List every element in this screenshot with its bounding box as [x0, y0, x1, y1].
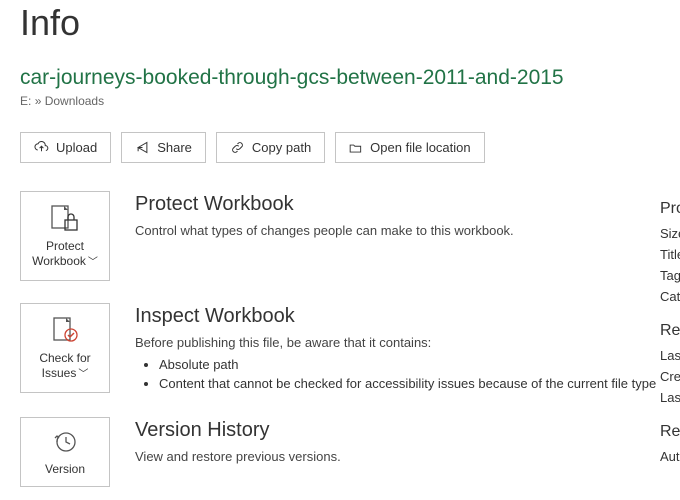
check-document-icon [49, 315, 81, 347]
copy-path-button[interactable]: Copy path [216, 132, 325, 163]
protect-row: Protect Workbook﹀ Protect Workbook Contr… [20, 191, 680, 281]
breadcrumb-drive: E: [20, 94, 31, 108]
prop-title: Title [660, 247, 680, 262]
cloud-upload-icon [34, 140, 49, 155]
history-row: Version Version History View and restore… [20, 417, 680, 487]
open-file-location-label: Open file location [370, 140, 470, 155]
inspect-bullets: Absolute path Content that cannot be che… [159, 356, 680, 393]
folder-open-icon [349, 142, 363, 154]
protect-card-label: Protect Workbook﹀ [32, 239, 98, 270]
lock-document-icon [49, 203, 81, 235]
inspect-card-label: Check for Issues﹀ [39, 351, 90, 382]
upload-button[interactable]: Upload [20, 132, 111, 163]
prop-created: Crea [660, 369, 680, 384]
check-for-issues-button[interactable]: Check for Issues﹀ [20, 303, 110, 393]
prop-last-modified: Last [660, 348, 680, 363]
version-history-button[interactable]: Version [20, 417, 110, 487]
copy-path-label: Copy path [252, 140, 311, 155]
share-icon [135, 140, 150, 155]
properties-header: Pro [660, 200, 680, 218]
history-title: Version History [135, 419, 680, 442]
history-card-label: Version [45, 462, 85, 477]
toolbar: Upload Share Copy path Open file locatio… [20, 132, 680, 163]
related-people-header: Rel [660, 423, 680, 441]
chevron-down-icon: ﹀ [88, 257, 98, 268]
properties-panel: Pro Size Title Tags Cate Rel Last Crea L… [660, 200, 680, 470]
prop-size: Size [660, 226, 680, 241]
prop-author: Auth [660, 449, 680, 464]
inspect-intro: Before publishing this file, be aware th… [135, 334, 680, 352]
inspect-bullet-1: Absolute path [159, 356, 680, 374]
link-icon [230, 140, 245, 155]
file-name: car-journeys-booked-through-gcs-between-… [20, 66, 680, 90]
prop-last-printed: Last [660, 390, 680, 405]
related-dates-header: Rel [660, 322, 680, 340]
inspect-row: Check for Issues﹀ Inspect Workbook Befor… [20, 303, 680, 395]
page-title: Info [20, 2, 680, 44]
history-text: View and restore previous versions. [135, 448, 680, 466]
open-file-location-button[interactable]: Open file location [335, 132, 484, 163]
inspect-bullet-2: Content that cannot be checked for acces… [159, 375, 680, 393]
breadcrumb-sep: » [35, 94, 42, 108]
breadcrumb[interactable]: E: » Downloads [20, 94, 680, 108]
breadcrumb-folder: Downloads [45, 94, 104, 108]
upload-label: Upload [56, 140, 97, 155]
inspect-title: Inspect Workbook [135, 305, 680, 328]
prop-tags: Tags [660, 268, 680, 283]
history-icon [52, 426, 78, 458]
protect-title: Protect Workbook [135, 193, 680, 216]
chevron-down-icon: ﹀ [78, 369, 88, 380]
protect-text: Control what types of changes people can… [135, 222, 680, 240]
prop-categories: Cate [660, 289, 680, 304]
protect-workbook-button[interactable]: Protect Workbook﹀ [20, 191, 110, 281]
share-label: Share [157, 140, 192, 155]
share-button[interactable]: Share [121, 132, 206, 163]
